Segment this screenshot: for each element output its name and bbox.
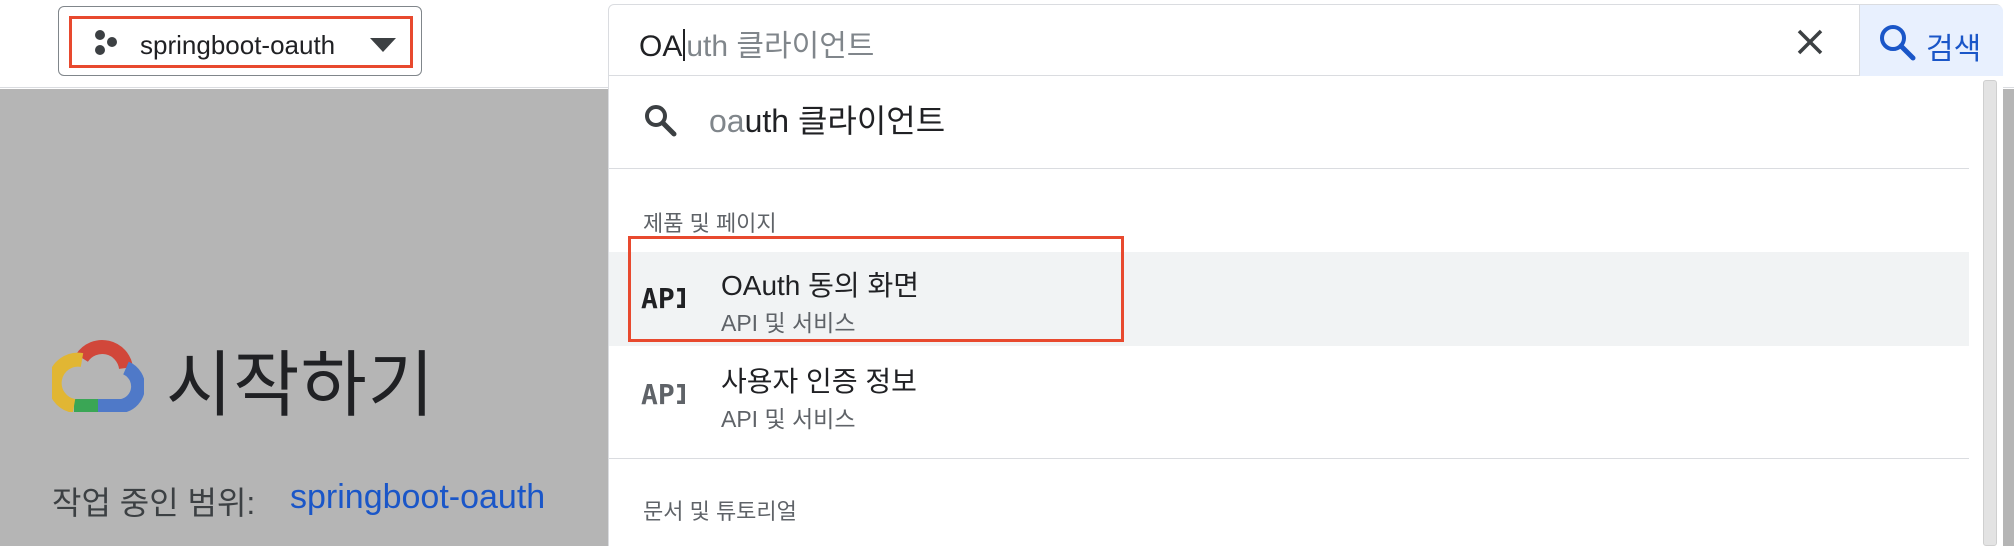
search-bar[interactable]: OA uth 클라이언트 검색 (608, 4, 2003, 77)
project-hex-icon (95, 30, 117, 55)
suggestion-rest: uth 클라이언트 (744, 103, 946, 139)
section-header-docs: 문서 및 튜토리얼 (643, 499, 797, 524)
search-input[interactable]: OA uth 클라이언트 (639, 21, 875, 63)
project-picker-highlight[interactable]: springboot-oauth (69, 16, 413, 68)
scrollbar-thumb[interactable] (1983, 80, 1997, 546)
result-subtitle: API 및 서비스 (721, 406, 856, 432)
google-cloud-logo-icon (52, 339, 144, 412)
divider (609, 458, 1969, 459)
project-picker[interactable]: springboot-oauth (58, 6, 422, 76)
chevron-down-icon (370, 38, 396, 52)
annotation-highlight-box (628, 236, 1124, 342)
search-button[interactable]: 검색 (1859, 5, 2003, 77)
scope-label: 작업 중인 범위: (52, 485, 256, 521)
scope-project-link[interactable]: springboot-oauth (290, 478, 545, 517)
search-autocomplete-text: uth 클라이언트 (686, 30, 875, 63)
search-icon (645, 105, 677, 137)
api-icon: API (641, 378, 685, 408)
result-credentials[interactable]: API 사용자 인증 정보 API 및 서비스 (609, 348, 1969, 442)
search-typed-text: OA (639, 30, 683, 63)
result-title: 사용자 인증 정보 (721, 366, 917, 397)
close-icon[interactable] (1795, 27, 1825, 57)
suggestion-prefix: oa (709, 103, 745, 139)
search-button-label: 검색 (1926, 33, 1982, 66)
divider (609, 168, 1969, 169)
project-name: springboot-oauth (140, 30, 336, 60)
page-title: 시작하기 (166, 346, 435, 426)
search-dropdown: oauth 클라이언트 제품 및 페이지 API OAuth 동의 화면 API… (608, 76, 2003, 546)
svg-text:API: API (641, 378, 685, 408)
search-icon (1880, 25, 1916, 61)
search-suggestion-row[interactable]: oauth 클라이언트 (609, 76, 1969, 168)
suggestion-text: oauth 클라이언트 (709, 96, 945, 142)
section-header-products: 제품 및 페이지 (643, 211, 777, 236)
